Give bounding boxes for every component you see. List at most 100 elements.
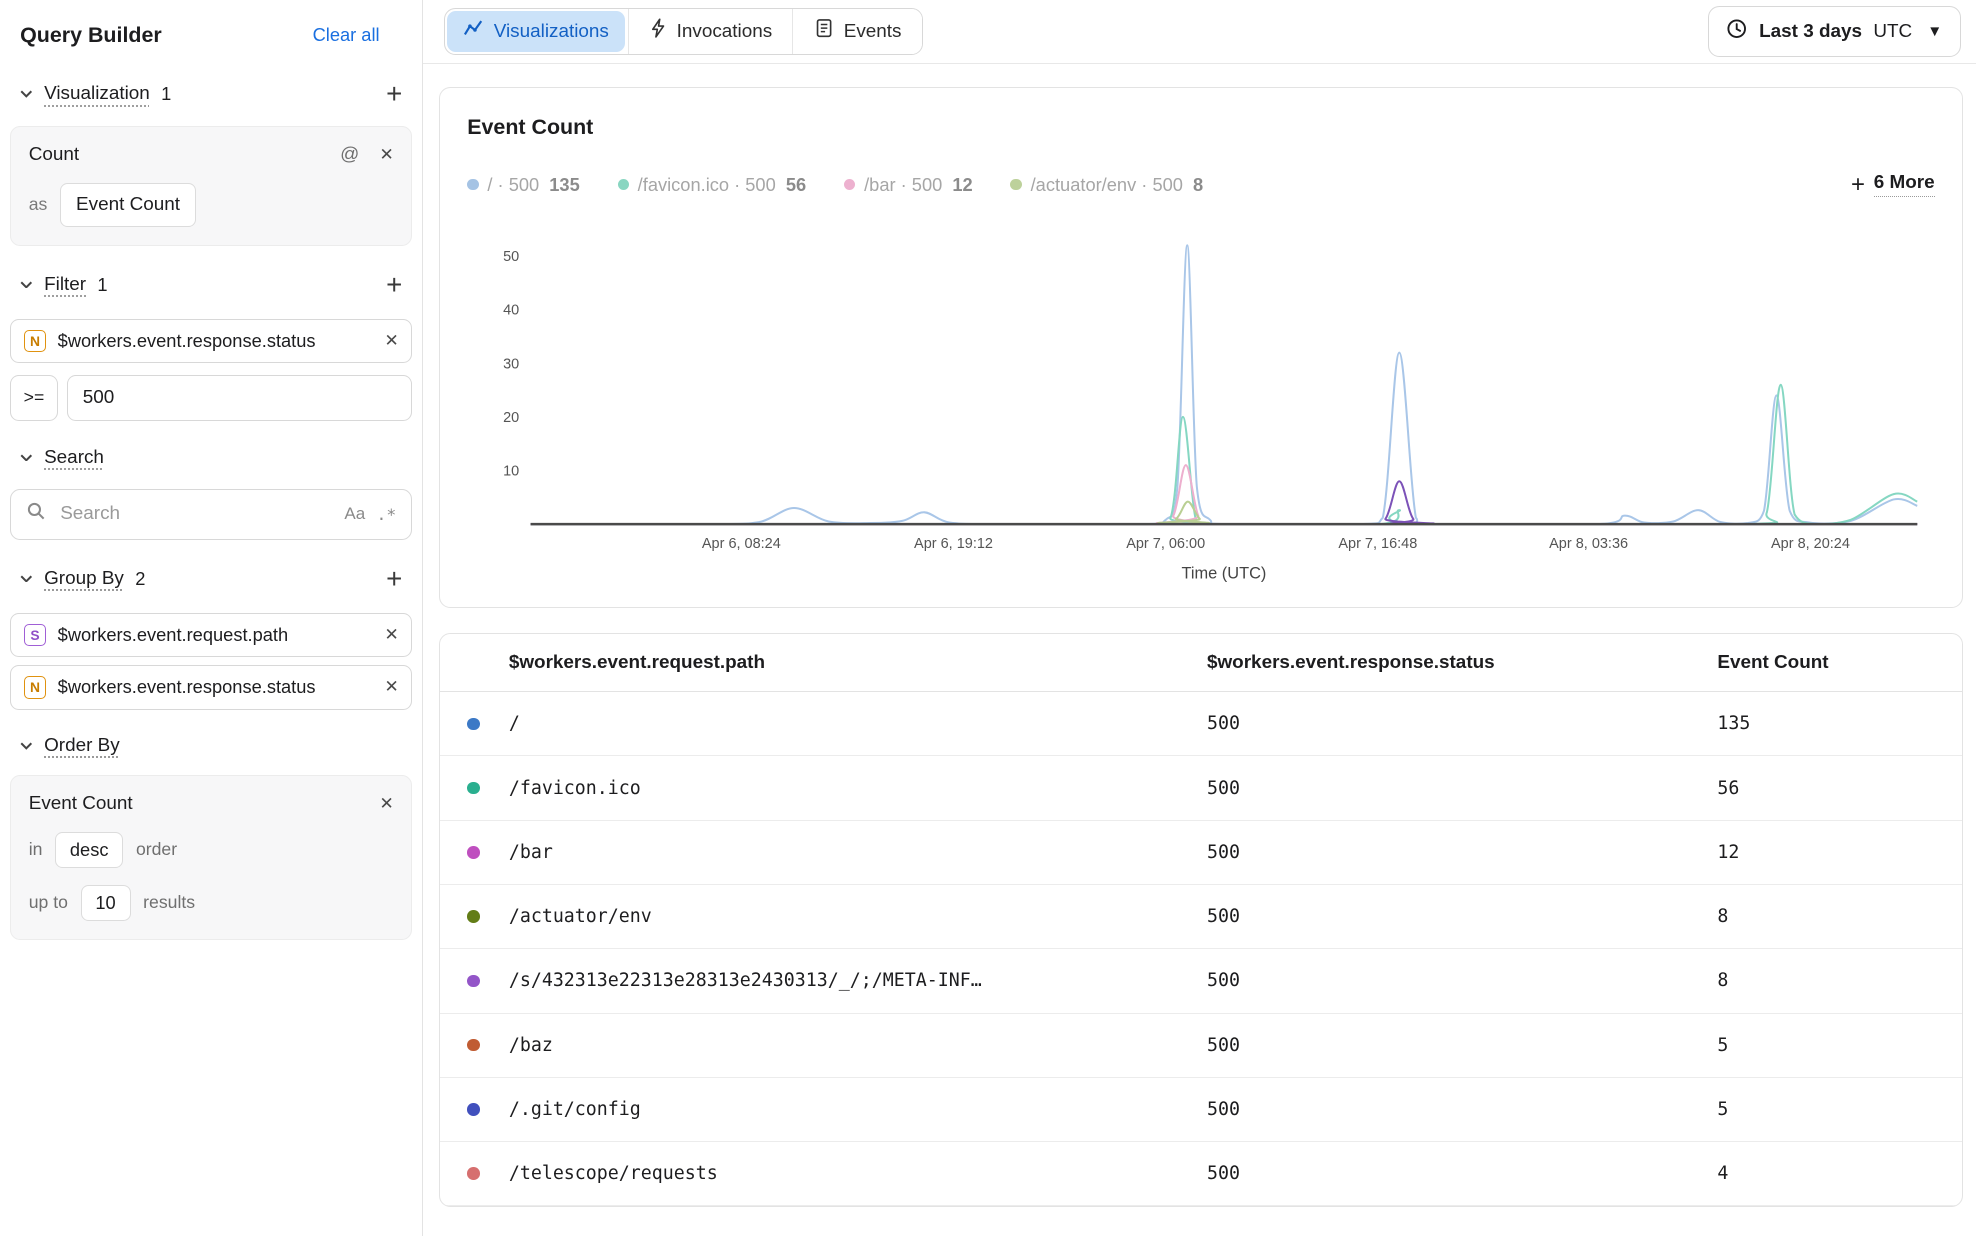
svg-text:Apr 6, 08:24: Apr 6, 08:24 [702, 536, 781, 552]
order-direction-select[interactable]: desc [55, 832, 123, 869]
legend-dot-icon [844, 179, 855, 190]
chevron-down-icon: ▼ [1927, 23, 1942, 40]
table-row[interactable]: /.git/config5005 [440, 1078, 1963, 1142]
search-input[interactable] [58, 502, 333, 527]
column-header-count: Event Count [1717, 652, 1962, 674]
visualization-section-header: Visualization 1 + [0, 68, 422, 121]
tab-visualizations[interactable]: Visualizations [447, 11, 625, 52]
add-filter-button[interactable]: + [386, 271, 402, 299]
svg-text:Apr 6, 19:12: Apr 6, 19:12 [914, 536, 993, 552]
remove-group-by-icon[interactable]: ✕ [385, 677, 399, 697]
filter-field-chip[interactable]: N $workers.event.response.status ✕ [10, 319, 412, 364]
sidebar-header: Query Builder Clear all [0, 0, 422, 55]
legend-dot-icon [467, 179, 478, 190]
series-dot-icon [467, 1167, 480, 1180]
in-label: in [29, 839, 43, 860]
filter-operator-select[interactable]: >= [10, 375, 58, 422]
search-section-label: Search [44, 447, 104, 469]
group-by-chip[interactable]: N $workers.event.response.status ✕ [10, 665, 412, 710]
alias-field[interactable]: Event Count [60, 183, 196, 227]
svg-text:Apr 7, 06:00: Apr 7, 06:00 [1126, 536, 1205, 552]
visualization-section-label: Visualization [44, 83, 150, 105]
line-chart-icon [463, 18, 483, 44]
up-to-label: up to [29, 892, 68, 913]
add-visualization-button[interactable]: + [386, 80, 402, 108]
order-by-field-label: Event Count [29, 793, 133, 815]
table-body: /500135/favicon.ico50056/bar50012/actuat… [440, 692, 1963, 1206]
legend-item[interactable]: /actuator/env · 5008 [1010, 174, 1203, 196]
filter-section-label: Filter [44, 274, 86, 296]
table-row[interactable]: /telescope/requests5004 [440, 1142, 1963, 1206]
group-by-field-name: $workers.event.request.path [58, 624, 288, 646]
tab-invocations[interactable]: Invocations [628, 9, 793, 55]
legend-item[interactable]: /favicon.ico · 50056 [618, 174, 807, 196]
page-title: Query Builder [20, 23, 162, 48]
legend-dot-icon [618, 179, 629, 190]
tab-label: Visualizations [494, 21, 609, 43]
legend-item[interactable]: / · 500135 [467, 174, 579, 196]
number-type-icon: N [24, 330, 47, 353]
series-dot-icon [467, 910, 480, 923]
string-type-icon: S [24, 624, 47, 647]
clock-icon [1726, 18, 1747, 45]
chevron-down-icon[interactable] [20, 90, 33, 98]
results-table: $workers.event.request.path $workers.eve… [439, 633, 1964, 1207]
series-dot-icon [467, 1103, 480, 1116]
table-row[interactable]: /favicon.ico50056 [440, 756, 1963, 820]
search-input-container: Aa .* [10, 489, 412, 540]
main-area: Visualizations Invocations Events Last 3… [423, 0, 1976, 1236]
search-section-header: Search [0, 434, 422, 481]
svg-text:30: 30 [503, 356, 519, 372]
table-header-row: $workers.event.request.path $workers.eve… [440, 634, 1963, 692]
topbar: Visualizations Invocations Events Last 3… [423, 0, 1976, 64]
column-header-status: $workers.event.response.status [1207, 652, 1717, 674]
regex-toggle[interactable]: .* [377, 505, 397, 524]
tab-events[interactable]: Events [792, 9, 921, 55]
svg-text:10: 10 [503, 463, 519, 479]
column-header-path: $workers.event.request.path [509, 652, 1207, 674]
series-dot-icon [467, 975, 480, 988]
chevron-down-icon[interactable] [20, 575, 33, 583]
table-row[interactable]: /500135 [440, 692, 1963, 756]
tab-label: Events [844, 21, 902, 43]
limit-input[interactable]: 10 [81, 885, 131, 922]
group-by-section-label: Group By [44, 568, 124, 590]
remove-visualization-icon[interactable]: ✕ [379, 145, 393, 165]
match-case-toggle[interactable]: Aa [344, 504, 365, 524]
time-range-button[interactable]: Last 3 days UTC ▼ [1708, 6, 1961, 56]
remove-order-by-icon[interactable]: ✕ [379, 794, 393, 814]
svg-text:Apr 7, 16:48: Apr 7, 16:48 [1338, 536, 1417, 552]
remove-filter-icon[interactable]: ✕ [385, 331, 399, 351]
filter-count: 1 [97, 274, 107, 296]
query-builder-sidebar: Query Builder Clear all Visualization 1 … [0, 0, 423, 1236]
plus-icon: + [1851, 171, 1865, 199]
tab-label: Invocations [677, 21, 773, 43]
more-series-label: 6 More [1874, 172, 1935, 198]
chevron-down-icon[interactable] [20, 281, 33, 289]
event-count-chart[interactable]: 1020304050Apr 6, 08:24Apr 6, 19:12Apr 7,… [465, 209, 1937, 595]
more-series-button[interactable]: + 6 More [1851, 171, 1935, 199]
clear-all-link[interactable]: Clear all [313, 24, 380, 46]
order-by-card: Event Count ✕ in desc order up to 10 res… [10, 775, 412, 940]
table-row[interactable]: /baz5005 [440, 1014, 1963, 1078]
group-by-chip[interactable]: S $workers.event.request.path ✕ [10, 613, 412, 658]
legend-dot-icon [1010, 179, 1021, 190]
legend-item[interactable]: /bar · 50012 [844, 174, 973, 196]
chevron-down-icon[interactable] [20, 742, 33, 750]
aggregate-function-label[interactable]: Count [29, 144, 79, 166]
filter-value-input[interactable]: 500 [67, 375, 413, 422]
chevron-down-icon[interactable] [20, 454, 33, 462]
chart-card: Event Count / · 500135/favicon.ico · 500… [439, 87, 1964, 608]
remove-group-by-icon[interactable]: ✕ [385, 625, 399, 645]
table-row[interactable]: /actuator/env5008 [440, 885, 1963, 949]
table-row[interactable]: /bar50012 [440, 821, 1963, 885]
table-row[interactable]: /s/432313e22313e28313e2430313/_/;/META-I… [440, 949, 1963, 1013]
add-group-by-button[interactable]: + [386, 565, 402, 593]
order-by-section-label: Order By [44, 735, 120, 757]
alias-at-icon[interactable]: @ [340, 144, 359, 166]
svg-text:Apr 8, 20:24: Apr 8, 20:24 [1771, 536, 1850, 552]
lightning-icon [649, 18, 667, 44]
series-dot-icon [467, 846, 480, 859]
filter-section-header: Filter 1 + [0, 258, 422, 311]
results-label: results [143, 892, 195, 913]
